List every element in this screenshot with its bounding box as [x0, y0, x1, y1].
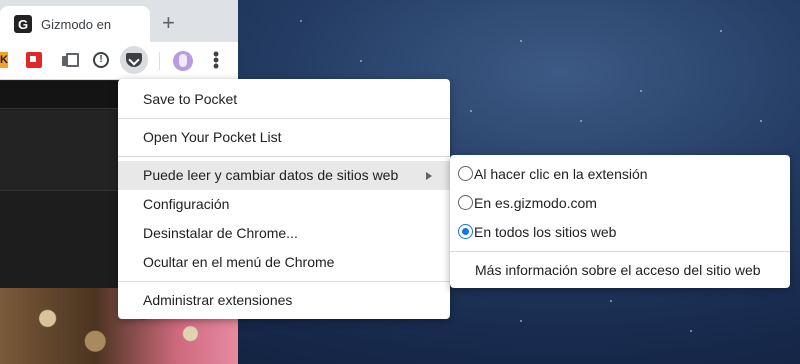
star — [470, 110, 472, 112]
star — [640, 90, 642, 92]
star — [520, 40, 522, 42]
toolbar-divider — [159, 52, 160, 70]
info-icon[interactable]: ! — [93, 52, 109, 68]
menu-item-settings[interactable]: Configuración — [118, 190, 450, 219]
radio-button[interactable] — [458, 166, 473, 181]
star — [760, 120, 762, 122]
menu-item-site-access[interactable]: Puede leer y cambiar datos de sitios web — [118, 161, 450, 190]
copy-icon[interactable] — [60, 52, 79, 68]
menu-item-uninstall[interactable]: Desinstalar de Chrome... — [118, 219, 450, 248]
menu-item-manage-extensions[interactable]: Administrar extensiones — [118, 286, 450, 315]
keepa-icon[interactable]: K — [0, 52, 8, 68]
menu-item-label: Puede leer y cambiar datos de sitios web — [143, 167, 399, 183]
pocket-extension-button[interactable] — [120, 46, 148, 74]
menu-item-open-pocket-list[interactable]: Open Your Pocket List — [118, 123, 450, 152]
submenu-arrow-icon — [426, 172, 432, 180]
star — [520, 320, 522, 322]
menu-item-more-info[interactable]: Más información sobre el acceso del siti… — [450, 256, 790, 285]
extension-context-menu: Save to Pocket Open Your Pocket List Pue… — [118, 79, 450, 319]
star — [300, 20, 302, 22]
site-access-submenu: Al hacer clic en la extensión En es.gizm… — [450, 155, 790, 288]
star — [360, 60, 362, 62]
chrome-menu-icon[interactable]: • • • — [208, 45, 224, 75]
tab-strip: G Gizmodo en E + — [0, 0, 238, 42]
menu-item-save-to-pocket[interactable]: Save to Pocket — [118, 85, 450, 114]
pocket-icon — [126, 53, 142, 67]
star — [610, 300, 612, 302]
radio-option-all-sites[interactable]: En todos los sitios web — [450, 217, 790, 246]
menu-separator — [118, 156, 450, 157]
radio-label: Al hacer clic en la extensión — [474, 165, 648, 182]
tab-gizmodo[interactable]: G Gizmodo en E — [0, 6, 150, 42]
radio-button[interactable] — [458, 195, 473, 210]
menu-item-hide-in-menu[interactable]: Ocultar en el menú de Chrome — [118, 248, 450, 277]
radio-option-this-site[interactable]: En es.gizmodo.com — [450, 188, 790, 217]
radio-option-on-click[interactable]: Al hacer clic en la extensión — [450, 159, 790, 188]
profile-avatar[interactable] — [173, 51, 193, 71]
radio-button-checked[interactable] — [458, 224, 473, 239]
star — [720, 30, 722, 32]
star — [690, 330, 692, 332]
tab-title: Gizmodo en E — [41, 16, 113, 32]
menu-separator — [118, 118, 450, 119]
star — [580, 120, 582, 122]
flipboard-icon[interactable] — [26, 52, 42, 68]
menu-separator — [450, 251, 790, 252]
new-tab-button[interactable]: + — [162, 12, 175, 34]
gizmodo-favicon-icon: G — [14, 15, 32, 33]
radio-label: En es.gizmodo.com — [474, 194, 597, 211]
radio-label: En todos los sitios web — [474, 223, 617, 240]
extensions-toolbar: K ! • • • — [0, 42, 238, 80]
menu-separator — [118, 281, 450, 282]
